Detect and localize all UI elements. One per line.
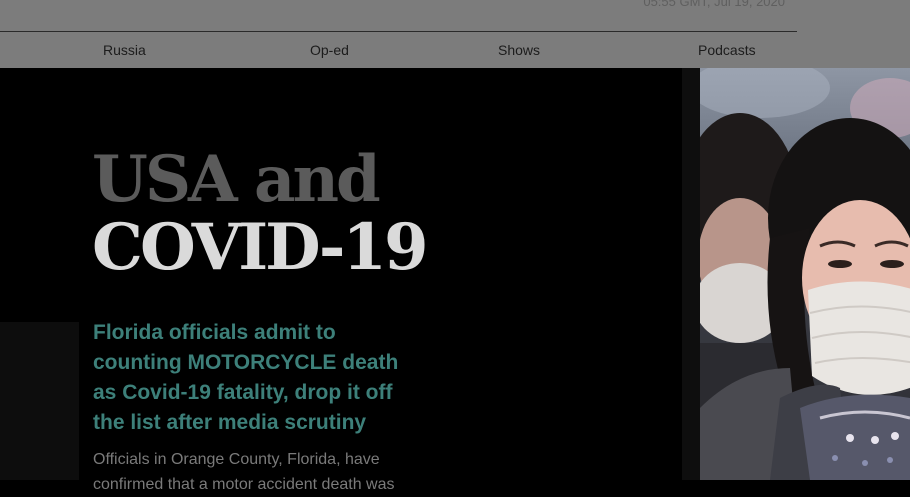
headline-line-2: COVID-19 xyxy=(92,210,428,285)
story-summary: Officials in Orange County, Florida, hav… xyxy=(93,451,395,493)
header-corner xyxy=(797,0,910,68)
feature-headline: USA and COVID-19 xyxy=(92,142,428,285)
nav-item-podcasts[interactable]: Podcasts xyxy=(698,42,756,58)
masked-people-photo xyxy=(700,68,910,480)
headline-line-1: USA and xyxy=(92,142,381,217)
timestamp: 05:55 GMT, Jul 19, 2020 xyxy=(643,0,785,9)
nav-item-shows[interactable]: Shows xyxy=(498,42,540,58)
column-gutter xyxy=(682,68,700,480)
story-title-link[interactable]: Florida officials admit to counting MOTO… xyxy=(93,318,423,438)
top-header-bar: 05:55 GMT, Jul 19, 2020 xyxy=(0,0,910,31)
nav-item-russia[interactable]: Russia xyxy=(103,42,146,58)
content-left-band xyxy=(0,322,79,480)
main-nav: Russia Op-ed Shows Podcasts xyxy=(0,31,797,68)
nav-item-op-ed[interactable]: Op-ed xyxy=(310,42,349,58)
story-photo[interactable] xyxy=(700,68,910,480)
